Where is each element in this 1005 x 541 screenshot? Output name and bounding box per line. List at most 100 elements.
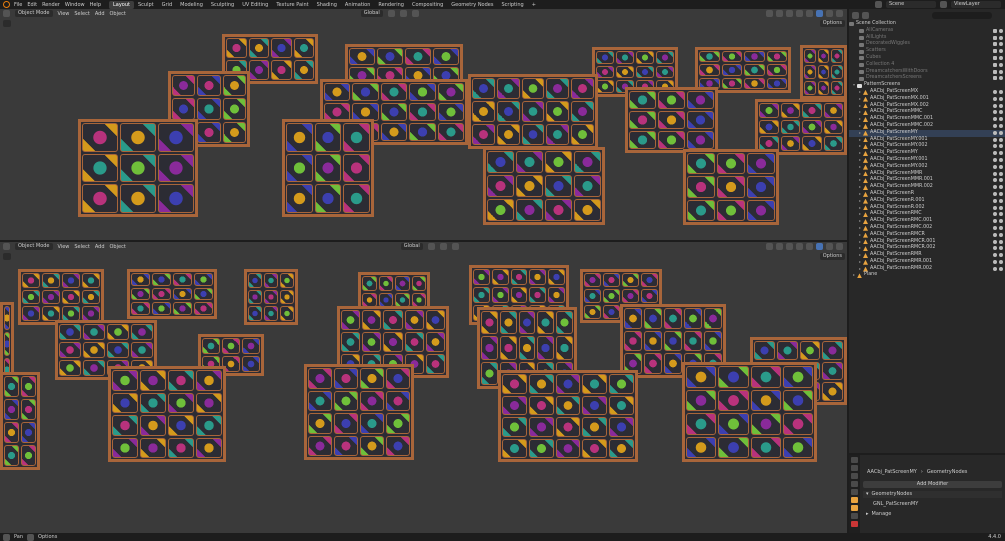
camera-icon[interactable]	[999, 239, 1003, 244]
object-row[interactable]: ▸ AACbj_PatScreenMY	[849, 150, 1005, 157]
pattern-screen-object[interactable]	[800, 45, 847, 99]
object-row[interactable]: ▸ AACbj_PatScreenMX.001	[849, 96, 1005, 103]
menu-select[interactable]: Select	[74, 11, 89, 17]
filter-icon[interactable]	[862, 11, 869, 19]
plane-row[interactable]: ▸ Plane	[849, 272, 1005, 279]
xray-icon[interactable]	[796, 243, 803, 250]
collection-row[interactable]: Scatters	[849, 48, 1005, 55]
pattern-screen-object[interactable]	[625, 87, 718, 153]
snap-icon[interactable]	[439, 243, 447, 250]
solid-shading-icon[interactable]	[816, 243, 823, 250]
camera-icon[interactable]	[999, 246, 1003, 251]
physics-tab-icon[interactable]	[851, 513, 858, 519]
mode-select[interactable]: Object Mode	[15, 243, 53, 250]
visibility-icon[interactable]	[993, 144, 997, 149]
object-row[interactable]: ▸ AACbj_PatScreenRMC.002	[849, 225, 1005, 232]
visibility-icon[interactable]	[993, 178, 997, 183]
tab-animation[interactable]: Animation	[341, 1, 375, 9]
visibility-icon[interactable]	[993, 212, 997, 217]
expand-icon[interactable]: ▸	[859, 232, 863, 239]
gizmo-icon[interactable]	[776, 243, 783, 250]
camera-icon[interactable]	[999, 259, 1003, 264]
tool-tab-icon[interactable]	[851, 457, 858, 463]
camera-icon[interactable]	[999, 144, 1003, 149]
camera-icon[interactable]	[999, 232, 1003, 237]
pattern-screen-object[interactable]	[108, 366, 226, 462]
menu-object[interactable]: Object	[110, 244, 126, 250]
camera-icon[interactable]	[999, 123, 1003, 128]
expand-icon[interactable]: ▸	[866, 511, 869, 518]
checkbox-icon[interactable]	[993, 35, 997, 40]
visibility-icon[interactable]	[999, 62, 1003, 67]
camera-icon[interactable]	[999, 253, 1003, 258]
add-modifier-button[interactable]: Add Modifier	[863, 481, 1002, 488]
visibility-icon[interactable]	[993, 89, 997, 94]
visibility-icon[interactable]	[993, 130, 997, 135]
checkbox-icon[interactable]	[993, 76, 997, 81]
expand-icon[interactable]: ▸	[859, 198, 863, 205]
object-row[interactable]: ▸ AACbj_PatScreenMY.001	[849, 157, 1005, 164]
orientation-select[interactable]: Global	[400, 243, 423, 250]
viewport-top[interactable]: Object Mode View Select Add Object Globa…	[0, 9, 847, 240]
object-row[interactable]: ▸ AACbj_PatScreenMMC.001	[849, 116, 1005, 123]
expand-icon[interactable]: ▸	[859, 164, 863, 171]
camera-icon[interactable]	[999, 266, 1003, 271]
collapse-icon[interactable]: ▾	[866, 491, 869, 498]
outliner-search-input[interactable]	[932, 11, 992, 19]
visibility-icon[interactable]	[993, 191, 997, 196]
visibility-icon[interactable]	[993, 253, 997, 258]
camera-icon[interactable]	[999, 151, 1003, 156]
expand-icon[interactable]: ▸	[859, 211, 863, 218]
wireframe-shading-icon[interactable]	[806, 10, 813, 17]
visibility-icon[interactable]	[766, 10, 773, 17]
visibility-icon[interactable]	[999, 28, 1003, 33]
visibility-icon[interactable]	[993, 205, 997, 210]
visibility-icon[interactable]	[993, 225, 997, 230]
expand-icon[interactable]: ▸	[859, 218, 863, 225]
menu-render[interactable]: Render	[42, 2, 60, 8]
pattern-screen-object[interactable]	[755, 99, 847, 155]
scene-field[interactable]: Scene	[886, 1, 936, 8]
visibility-icon[interactable]	[993, 164, 997, 169]
checkbox-icon[interactable]	[993, 42, 997, 47]
render-tab-icon[interactable]	[851, 465, 858, 471]
pattern-screen-object[interactable]	[483, 147, 605, 225]
view-layer-field[interactable]: ViewLayer	[951, 1, 1001, 8]
pivot-icon[interactable]	[427, 243, 435, 250]
object-row[interactable]: ▸ AACbj_PatScreenMMR.002	[849, 184, 1005, 191]
tab-sculpt[interactable]: Sculpt	[134, 1, 158, 9]
camera-icon[interactable]	[999, 191, 1003, 196]
collection-row[interactable]: Cubes	[849, 55, 1005, 62]
expand-icon[interactable]: ▸	[859, 171, 863, 178]
camera-icon[interactable]	[999, 178, 1003, 183]
scene-collection-row[interactable]: Scene Collection	[849, 21, 1005, 28]
expand-icon[interactable]: ▸	[859, 123, 863, 130]
visibility-icon[interactable]	[993, 137, 997, 142]
expand-icon[interactable]: ▸	[859, 130, 863, 137]
visibility-icon[interactable]	[993, 171, 997, 176]
object-row[interactable]: ▸ AACbj_PatScreenMX	[849, 89, 1005, 96]
snap-icon[interactable]	[399, 10, 407, 17]
object-row[interactable]: ▸ AACbj_PatScreenR.001	[849, 198, 1005, 205]
viewport-bottom[interactable]: Object Mode View Select Add Object Globa…	[0, 242, 847, 533]
expand-icon[interactable]: ▸	[859, 225, 863, 232]
visibility-icon[interactable]	[993, 110, 997, 115]
visibility-icon[interactable]	[993, 117, 997, 122]
pattern-screen-object[interactable]	[682, 362, 817, 462]
select-tool-icon[interactable]	[3, 253, 11, 260]
pattern-screen-object[interactable]	[304, 364, 414, 460]
expand-icon[interactable]: ▸	[853, 272, 857, 279]
checkbox-icon[interactable]	[993, 28, 997, 33]
expand-icon[interactable]: ▸	[859, 252, 863, 259]
expand-icon[interactable]: ▸	[859, 177, 863, 184]
xray-icon[interactable]	[796, 10, 803, 17]
mode-select[interactable]: Object Mode	[15, 10, 53, 17]
camera-icon[interactable]	[999, 130, 1003, 135]
pattern-screen-object[interactable]	[244, 269, 298, 325]
proportional-icon[interactable]	[451, 243, 459, 250]
menu-view[interactable]: View	[58, 11, 70, 17]
visibility-icon[interactable]	[993, 151, 997, 156]
expand-icon[interactable]: ▸	[859, 205, 863, 212]
expand-icon[interactable]: ▸	[859, 89, 863, 96]
camera-icon[interactable]	[999, 103, 1003, 108]
